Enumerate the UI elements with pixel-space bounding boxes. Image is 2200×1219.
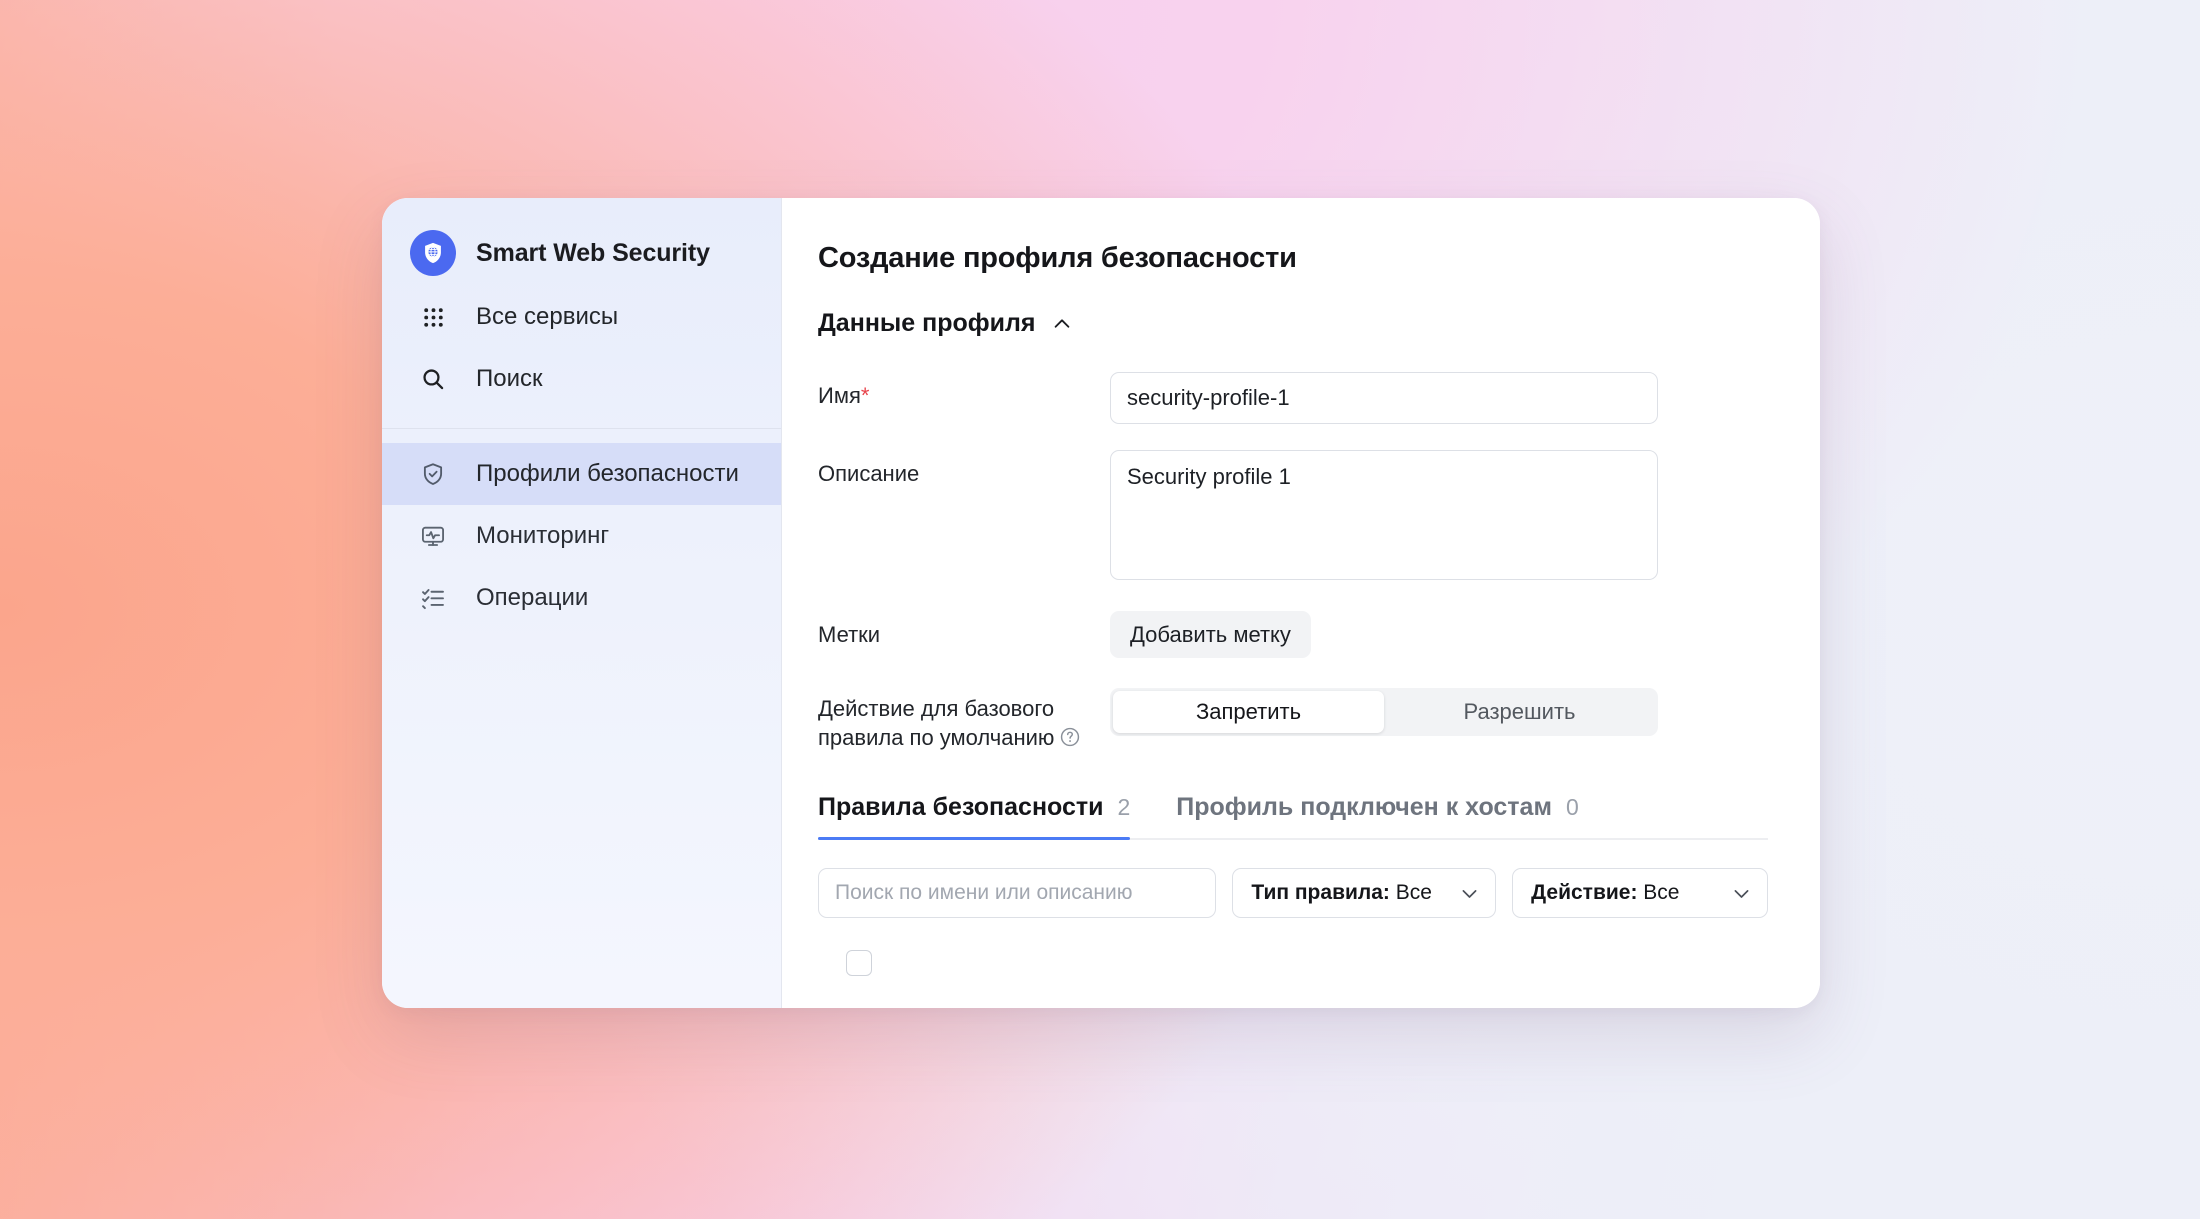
sidebar-item-label: Поиск [476,365,543,393]
sidebar-item-operations[interactable]: Операции [382,567,781,629]
sidebar-item-label: Профили безопасности [476,460,739,488]
name-label-text: Имя [818,383,861,408]
tabs-bar: Правила безопасности 2 Профиль подключен… [818,793,1768,840]
shield-check-icon [410,461,456,487]
main-content: Создание профиля безопасности Данные про… [782,198,1820,1008]
action-select-selected: Все [1643,881,1679,904]
checklist-icon [410,585,456,611]
sidebar-item-monitoring[interactable]: Мониторинг [382,505,781,567]
default-action-label: Действие для базового правила по умолчан… [818,688,1110,755]
name-input[interactable] [1110,372,1658,424]
rule-type-select[interactable]: Тип правила: Все [1232,868,1496,918]
sidebar-divider [382,428,781,429]
sidebar-item-label: Мониторинг [476,522,609,550]
description-textarea[interactable] [1110,450,1658,580]
default-action-segmented-control[interactable]: Запретить Разрешить [1110,688,1658,736]
sidebar-item-label: Все сервисы [476,303,618,331]
app-window-card: Smart Web Security Все сервисы [382,198,1820,1008]
name-label: Имя* [818,372,1110,410]
chevron-down-icon [1731,883,1752,904]
action-select-label: Действие: [1531,881,1637,904]
sidebar: Smart Web Security Все сервисы [382,198,782,1008]
description-label: Описание [818,450,1110,488]
default-action-label-line1: Действие для базового [818,696,1054,721]
brand-title: Smart Web Security [476,239,710,268]
tab-label: Профиль подключен к хостам [1176,793,1552,822]
form-row-labels: Метки Добавить метку [818,611,1768,658]
form-row-name: Имя* [818,372,1768,424]
form-row-description: Описание [818,450,1768,585]
desktop-background: Smart Web Security Все сервисы [0,0,2200,1219]
filters-bar: Тип правила: Все Действие: Все [818,868,1768,918]
sidebar-item-label: Операции [476,584,588,612]
segment-deny[interactable]: Запретить [1113,691,1384,733]
action-select-value: Действие: Все [1531,881,1679,905]
select-all-checkbox[interactable] [846,950,872,976]
form-row-default-action: Действие для базового правила по умолчан… [818,688,1768,755]
default-action-label-line2: правила по умолчанию [818,725,1054,750]
rule-type-select-label: Тип правила: [1251,881,1389,904]
tab-connected-hosts[interactable]: Профиль подключен к хостам 0 [1176,793,1578,838]
brand-header[interactable]: Smart Web Security [382,220,781,286]
shield-globe-icon [410,230,456,276]
segment-allow[interactable]: Разрешить [1384,691,1655,733]
search-icon [410,366,456,392]
sidebar-item-search[interactable]: Поиск [382,348,781,410]
labels-label: Метки [818,611,1110,649]
tab-count: 2 [1118,794,1131,821]
rules-table-header-row [818,950,1768,976]
monitor-pulse-icon [410,523,456,549]
rule-type-select-selected: Все [1396,881,1432,904]
chevron-down-icon [1459,883,1480,904]
question-circle-icon[interactable] [1059,726,1081,755]
search-input[interactable] [818,868,1216,918]
action-select[interactable]: Действие: Все [1512,868,1768,918]
chevron-up-icon[interactable] [1051,313,1073,335]
required-asterisk: * [861,383,870,408]
page-title: Создание профиля безопасности [818,242,1768,275]
profile-form: Имя* Описание Метки [818,372,1768,755]
add-label-button[interactable]: Добавить метку [1110,611,1311,658]
sidebar-item-security-profiles[interactable]: Профили безопасности [382,443,781,505]
section-title: Данные профиля [818,309,1035,338]
tab-count: 0 [1566,794,1579,821]
profile-data-section-header[interactable]: Данные профиля [818,309,1768,338]
tab-security-rules[interactable]: Правила безопасности 2 [818,793,1130,838]
tab-label: Правила безопасности [818,793,1104,822]
sidebar-item-all-services[interactable]: Все сервисы [382,286,781,348]
grid-apps-icon [410,305,456,330]
rule-type-select-value: Тип правила: Все [1251,881,1432,905]
